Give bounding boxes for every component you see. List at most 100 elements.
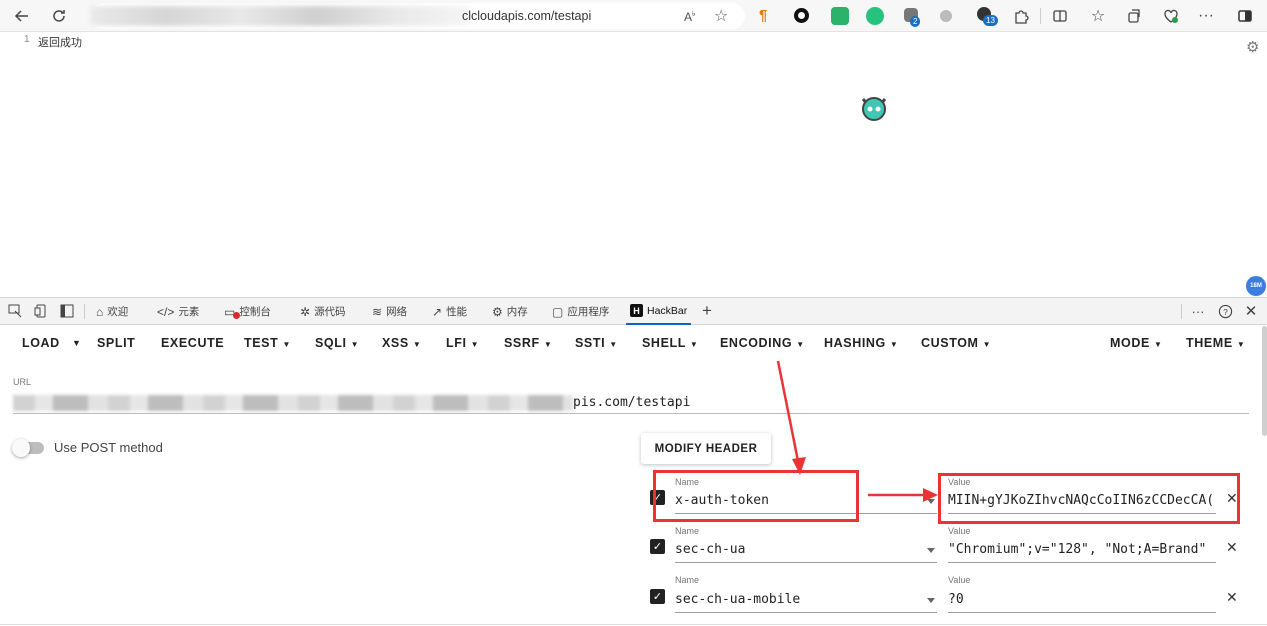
tab-application[interactable]: ▢ 应用程序 xyxy=(552,298,609,325)
performance-icon: ↗ xyxy=(432,304,443,319)
tab-label: 控制台 xyxy=(239,306,271,318)
chevron-down-icon: ▼ xyxy=(889,340,899,349)
name-dropdown-caret-icon[interactable] xyxy=(927,548,935,553)
toggle-knob xyxy=(12,439,30,457)
chevron-down-icon: ▼ xyxy=(796,340,805,349)
header-value-input[interactable]: ?0 xyxy=(948,592,1216,607)
header-name-input[interactable]: sec-ch-ua xyxy=(675,542,925,557)
avatar-extension-icon[interactable]: 13 xyxy=(977,7,998,26)
tab-console[interactable]: ▭ 控制台 xyxy=(224,298,271,325)
load-dropdown-caret-icon[interactable]: ▼ xyxy=(72,338,82,348)
svg-text:?: ? xyxy=(1223,306,1228,316)
lfi-menu[interactable]: LFI ▼ xyxy=(446,336,479,350)
inspect-element-icon[interactable] xyxy=(7,303,23,319)
chevron-down-icon: ▼ xyxy=(982,340,992,349)
tab-performance[interactable]: ↗ 性能 xyxy=(432,298,467,325)
circle-extension-icon[interactable] xyxy=(794,8,809,23)
tab-label: 性能 xyxy=(446,306,468,318)
tab-hackbar[interactable]: H HackBar xyxy=(626,298,692,325)
header-name-input[interactable]: sec-ch-ua-mobile xyxy=(675,592,925,607)
search-extension-icon[interactable] xyxy=(866,7,884,25)
panel-bottom-border xyxy=(0,624,1267,625)
theme-menu[interactable]: THEME ▼ xyxy=(1186,336,1245,350)
modify-header-button[interactable]: MODIFY HEADER xyxy=(641,433,771,464)
remove-header-close-icon[interactable]: ✕ xyxy=(1226,539,1238,556)
split-button[interactable]: SPLIT xyxy=(97,336,135,350)
extension-badge: 2 xyxy=(910,16,921,27)
header-enabled-checkbox[interactable]: ✓ xyxy=(650,589,665,604)
hashing-menu[interactable]: HASHING ▼ xyxy=(824,336,898,350)
back-arrow-icon[interactable] xyxy=(10,4,34,28)
load-button[interactable]: LOAD xyxy=(22,336,60,350)
refresh-icon[interactable] xyxy=(47,4,71,28)
add-tab-plus-icon[interactable]: + xyxy=(699,301,715,320)
chevron-down-icon: ▼ xyxy=(543,340,553,349)
header-value-label: Value xyxy=(948,575,971,585)
xss-menu[interactable]: XSS ▼ xyxy=(382,336,421,350)
devtools-divider xyxy=(1181,304,1182,319)
menu-label: TEST xyxy=(244,336,279,350)
address-bar[interactable]: clcloudapis.com/testapi A৳ ☆ xyxy=(90,3,745,29)
menu-label: SHELL xyxy=(642,336,686,350)
header-value-input[interactable]: "Chromium";v="128", "Not;A=Brand" xyxy=(948,542,1216,557)
execute-button[interactable]: EXECUTE xyxy=(161,336,224,350)
panel-scrollbar[interactable] xyxy=(1262,326,1267,436)
header-value-label: Value xyxy=(948,526,971,536)
menu-label: XSS xyxy=(382,336,409,350)
device-emulation-icon[interactable] xyxy=(33,303,49,319)
devtools-more-icon[interactable]: ··· xyxy=(1190,303,1206,319)
help-icon[interactable]: ? xyxy=(1217,303,1233,319)
redacted-url-blur xyxy=(13,395,573,411)
ssrf-menu[interactable]: SSRF ▼ xyxy=(504,336,552,350)
ssti-menu[interactable]: SSTI ▼ xyxy=(575,336,618,350)
menu-label: ENCODING xyxy=(720,336,793,350)
split-screen-icon[interactable] xyxy=(1048,4,1072,28)
tab-welcome[interactable]: ⌂ 欢迎 xyxy=(96,298,128,325)
chevron-down-icon: ▼ xyxy=(470,340,480,349)
tab-sources[interactable]: ✲ 源代码 xyxy=(300,298,346,325)
floating-memory-badge[interactable]: 18M xyxy=(1246,276,1266,296)
name-dropdown-caret-icon[interactable] xyxy=(927,598,935,603)
mascot-cat-icon[interactable] xyxy=(858,92,890,124)
screenshot-extension-icon[interactable]: 2 xyxy=(904,8,921,27)
read-aloud-icon[interactable]: A৳ xyxy=(684,8,696,24)
green-extension-icon[interactable] xyxy=(831,7,849,25)
custom-menu[interactable]: CUSTOM ▼ xyxy=(921,336,991,350)
shell-menu[interactable]: SHELL ▼ xyxy=(642,336,698,350)
collections-icon[interactable] xyxy=(1122,4,1146,28)
wifi-icon: ≋ xyxy=(372,304,383,319)
header-name-label: Name xyxy=(675,526,700,536)
url-field[interactable]: pis.com/testapi xyxy=(573,395,690,410)
menu-label: SSTI xyxy=(575,336,606,350)
menu-label: HASHING xyxy=(824,336,886,350)
tab-memory[interactable]: ⚙ 内存 xyxy=(492,298,528,325)
more-options-icon[interactable]: ··· xyxy=(1194,4,1218,28)
post-method-toggle[interactable] xyxy=(12,439,44,457)
app-icon: ▢ xyxy=(552,304,564,319)
tab-label: 内存 xyxy=(506,306,528,318)
pilcrow-extension-icon[interactable]: ¶ xyxy=(759,7,777,25)
page-settings-gear-icon[interactable]: ⚙ xyxy=(1246,38,1259,56)
annotation-arrows xyxy=(776,360,938,502)
chevron-down-icon: ▼ xyxy=(609,340,618,349)
close-devtools-icon[interactable]: ✕ xyxy=(1243,303,1259,320)
encoding-menu[interactable]: ENCODING ▼ xyxy=(720,336,805,350)
dock-panel-icon[interactable] xyxy=(59,303,75,319)
menu-label: CUSTOM xyxy=(921,336,979,350)
sqli-menu[interactable]: SQLI ▼ xyxy=(315,336,359,350)
sidebar-toggle-icon[interactable] xyxy=(1233,4,1257,28)
remove-header-close-icon[interactable]: ✕ xyxy=(1226,589,1238,606)
favorite-star-icon[interactable]: ☆ xyxy=(714,6,728,26)
test-menu[interactable]: TEST ▼ xyxy=(244,336,291,350)
hackbar-logo-icon: H xyxy=(630,304,643,317)
gear-extension-icon[interactable] xyxy=(940,10,952,22)
mode-menu[interactable]: MODE ▼ xyxy=(1110,336,1163,350)
redacted-url-blur xyxy=(90,6,470,26)
header-enabled-checkbox[interactable]: ✓ xyxy=(650,539,665,554)
favorites-icon[interactable]: ☆ xyxy=(1086,4,1110,28)
tab-elements[interactable]: </> 元素 xyxy=(157,298,199,325)
extensions-puzzle-icon[interactable] xyxy=(1009,4,1033,28)
browser-essentials-icon[interactable] xyxy=(1159,4,1183,28)
browser-toolbar: clcloudapis.com/testapi A৳ ☆ ¶ 2 13 ☆ ··… xyxy=(0,0,1267,32)
tab-network[interactable]: ≋ 网络 xyxy=(372,298,407,325)
